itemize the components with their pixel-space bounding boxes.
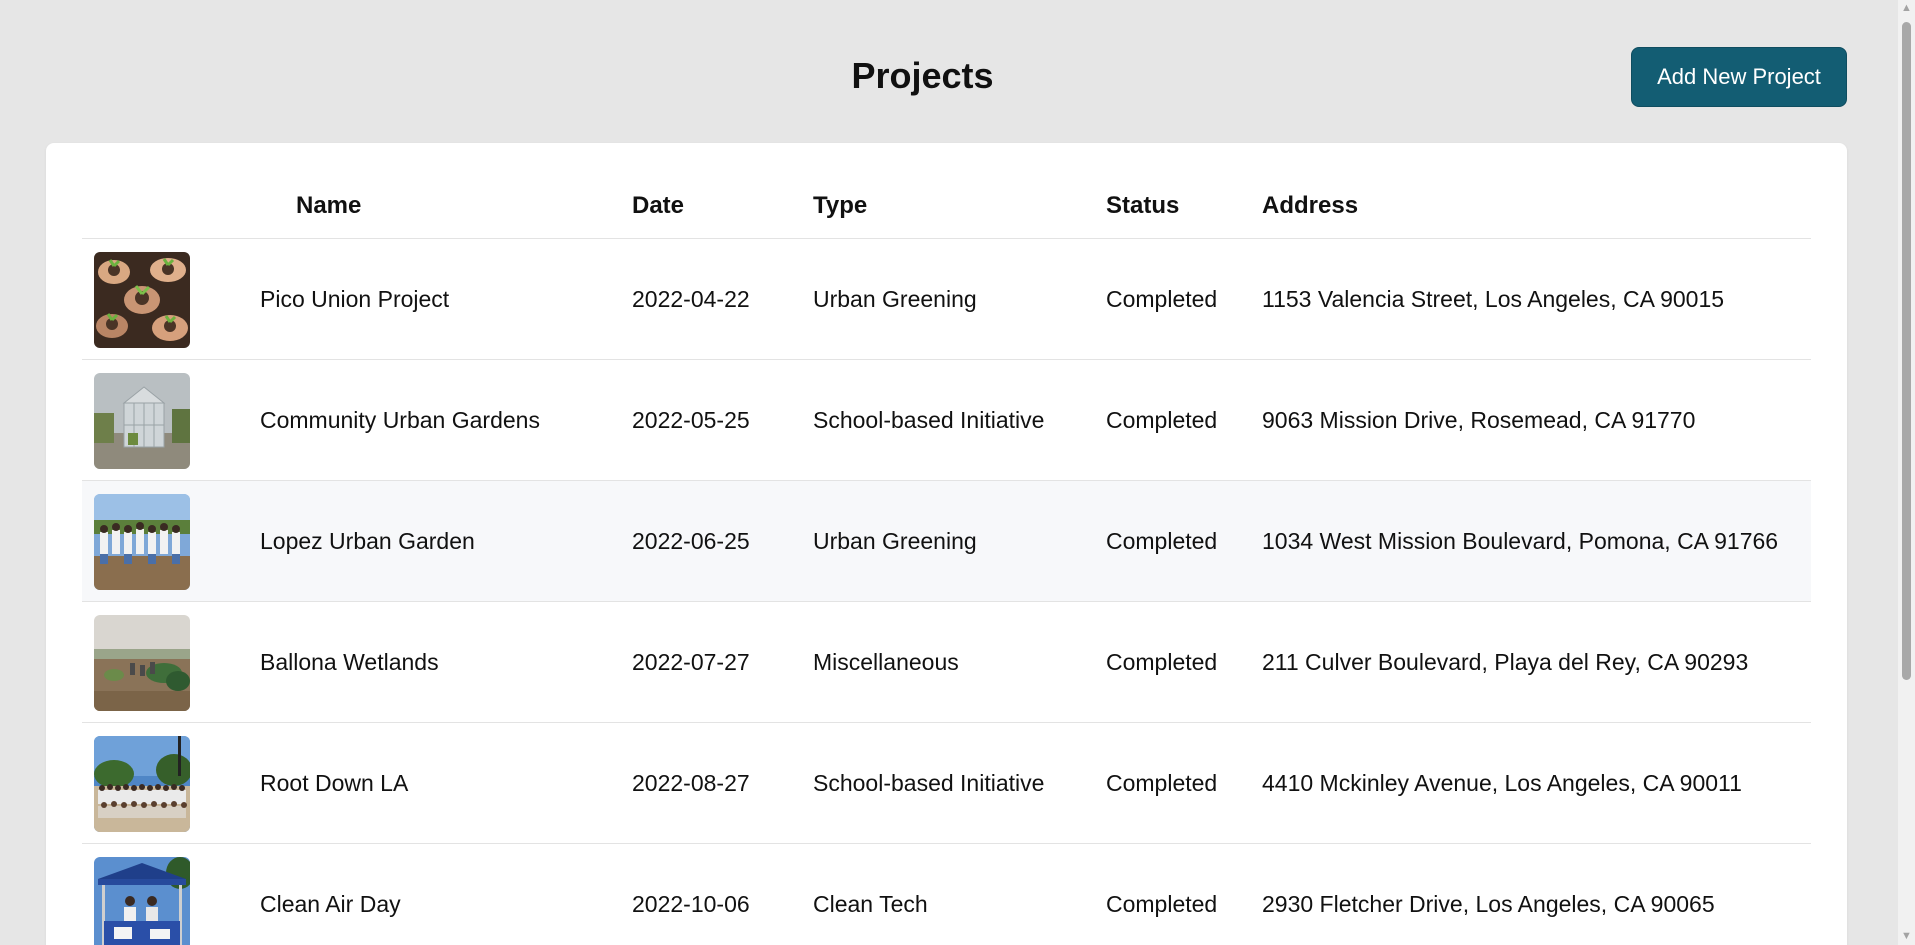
project-thumbnail xyxy=(94,252,190,348)
project-address: 1153 Valencia Street, Los Angeles, CA 90… xyxy=(1262,286,1725,312)
project-thumbnail xyxy=(94,373,190,469)
project-date: 2022-06-25 xyxy=(632,528,750,554)
project-thumbnail xyxy=(94,857,190,945)
table-row[interactable]: Community Urban Gardens 2022-05-25 Schoo… xyxy=(82,360,1811,481)
project-type: Miscellaneous xyxy=(813,649,959,675)
column-header-type[interactable]: Type xyxy=(813,192,867,220)
add-new-project-button[interactable]: Add New Project xyxy=(1631,47,1847,107)
scrollbar-thumb[interactable] xyxy=(1902,22,1911,680)
project-type: Urban Greening xyxy=(813,528,977,554)
project-status: Completed xyxy=(1106,407,1218,433)
project-name: Community Urban Gardens xyxy=(260,407,540,433)
group-volunteers-image xyxy=(94,494,190,590)
project-type: Clean Tech xyxy=(813,891,928,917)
column-header-name[interactable]: Name xyxy=(296,192,361,220)
column-header-date[interactable]: Date xyxy=(632,192,684,220)
project-type: Urban Greening xyxy=(813,286,977,312)
scroll-up-arrow-icon[interactable]: ▲ xyxy=(1898,0,1915,17)
table-row[interactable]: Clean Air Day 2022-10-06 Clean Tech Comp… xyxy=(82,844,1811,945)
project-type: School-based Initiative xyxy=(813,407,1045,433)
project-status: Completed xyxy=(1106,528,1218,554)
projects-table: Name Date Type Status Address Pico Union… xyxy=(82,143,1811,945)
project-address: 1034 West Mission Boulevard, Pomona, CA … xyxy=(1262,528,1779,554)
project-date: 2022-08-27 xyxy=(632,770,750,796)
project-thumbnail xyxy=(94,494,190,590)
projects-page: Projects Add New Project Name Date Type … xyxy=(0,0,1915,945)
project-date: 2022-05-25 xyxy=(632,407,750,433)
vertical-scrollbar[interactable]: ▲ ▼ xyxy=(1898,0,1915,945)
page-title: Projects xyxy=(851,55,994,96)
column-header-status[interactable]: Status xyxy=(1106,192,1179,220)
project-status: Completed xyxy=(1106,286,1218,312)
canopy-tent-booth-image xyxy=(94,857,190,945)
project-name: Ballona Wetlands xyxy=(260,649,439,675)
project-date: 2022-04-22 xyxy=(632,286,750,312)
table-row[interactable]: Ballona Wetlands 2022-07-27 Miscellaneou… xyxy=(82,602,1811,723)
project-address: 211 Culver Boulevard, Playa del Rey, CA … xyxy=(1262,649,1749,675)
project-thumbnail xyxy=(94,736,190,832)
project-address: 2930 Fletcher Drive, Los Angeles, CA 900… xyxy=(1262,891,1715,917)
wetlands-field-image xyxy=(94,615,190,711)
column-header-address[interactable]: Address xyxy=(1262,192,1358,220)
project-address: 9063 Mission Drive, Rosemead, CA 91770 xyxy=(1262,407,1696,433)
projects-table-card: Name Date Type Status Address Pico Union… xyxy=(46,143,1847,945)
project-date: 2022-10-06 xyxy=(632,891,750,917)
large-group-image xyxy=(94,736,190,832)
table-header: Name Date Type Status Address xyxy=(82,143,1811,239)
project-status: Completed xyxy=(1106,891,1218,917)
hands-seedlings-image xyxy=(94,252,190,348)
project-name: Pico Union Project xyxy=(260,286,450,312)
project-name: Clean Air Day xyxy=(260,891,401,917)
scroll-down-arrow-icon[interactable]: ▼ xyxy=(1898,928,1915,945)
project-name: Lopez Urban Garden xyxy=(260,528,475,554)
project-date: 2022-07-27 xyxy=(632,649,750,675)
project-status: Completed xyxy=(1106,770,1218,796)
greenhouse-image xyxy=(94,373,190,469)
table-row[interactable]: Lopez Urban Garden 2022-06-25 Urban Gree… xyxy=(82,481,1811,602)
project-thumbnail xyxy=(94,615,190,711)
project-address: 4410 Mckinley Avenue, Los Angeles, CA 90… xyxy=(1262,770,1742,796)
table-row[interactable]: Root Down LA 2022-08-27 School-based Ini… xyxy=(82,723,1811,844)
project-status: Completed xyxy=(1106,649,1218,675)
project-type: School-based Initiative xyxy=(813,770,1045,796)
project-name: Root Down LA xyxy=(260,770,409,796)
table-row[interactable]: Pico Union Project 2022-04-22 Urban Gree… xyxy=(82,239,1811,360)
